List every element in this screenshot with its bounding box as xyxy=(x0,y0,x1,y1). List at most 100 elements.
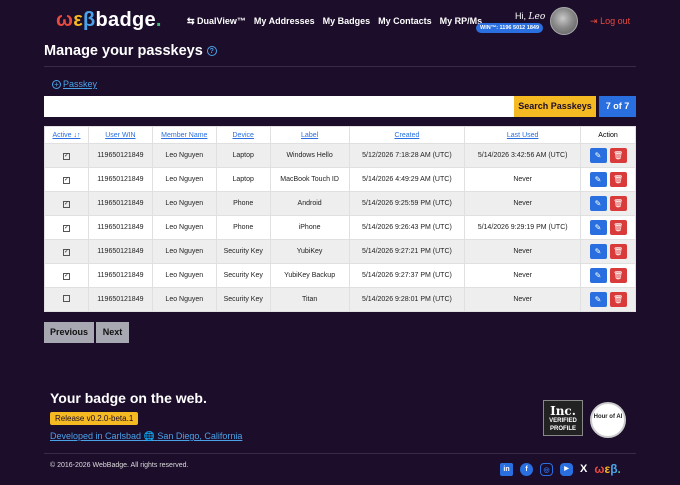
edit-button[interactable]: ✎ xyxy=(589,244,607,259)
col-device[interactable]: Device xyxy=(215,126,271,144)
edit-button[interactable]: ✎ xyxy=(589,268,607,283)
next-button[interactable]: Next xyxy=(96,322,129,343)
cell-name: Leo Nguyen xyxy=(151,215,217,240)
cell-win: 119650121849 xyxy=(87,239,153,264)
instagram-icon[interactable]: ◎ xyxy=(540,462,553,476)
col-action: Action xyxy=(580,126,636,144)
cell-created: 5/14/2026 4:49:29 AM (UTC) xyxy=(348,167,466,192)
cell-win: 119650121849 xyxy=(87,167,153,192)
footer-divider xyxy=(44,453,636,454)
cell-label: Titan xyxy=(269,287,350,312)
delete-button[interactable]: 🗑 xyxy=(609,244,627,259)
cell-label: YubiKey Backup xyxy=(269,263,350,288)
edit-button[interactable]: ✎ xyxy=(589,292,607,307)
cell-created: 5/14/2026 9:25:59 PM (UTC) xyxy=(348,191,466,216)
table-row: 119650121849 Leo Nguyen Security Key Tit… xyxy=(44,287,636,312)
col-created[interactable]: Created xyxy=(348,126,466,144)
col-member-name[interactable]: Member Name xyxy=(151,126,217,144)
cell-win: 119650121849 xyxy=(87,143,153,168)
cell-last-used: Never xyxy=(464,191,582,216)
facebook-icon[interactable]: f xyxy=(520,462,533,476)
cell-name: Leo Nguyen xyxy=(151,287,217,312)
nav-dualview[interactable]: ⇆ DualView™ xyxy=(187,16,246,27)
main-nav: ⇆ DualView™ My Addresses My Badges My Co… xyxy=(187,16,482,27)
delete-button[interactable]: 🗑 xyxy=(609,148,627,163)
cell-label: Windows Hello xyxy=(269,143,350,168)
hour-of-ai-badge[interactable]: Hour of AI xyxy=(590,402,626,438)
copyright: © 2016-2026 WebBadge. All rights reserve… xyxy=(50,462,189,469)
page-title: Manage your passkeys? xyxy=(44,43,217,59)
active-checkbox[interactable]: ✓ xyxy=(62,200,70,208)
cell-device: Security Key xyxy=(215,287,271,312)
cell-name: Leo Nguyen xyxy=(151,167,217,192)
divider xyxy=(44,66,636,67)
active-checkbox[interactable]: ✓ xyxy=(62,176,70,184)
cell-device: Phone xyxy=(215,215,271,240)
search-input[interactable] xyxy=(44,96,514,117)
cell-label: Android xyxy=(269,191,350,216)
delete-button[interactable]: 🗑 xyxy=(609,292,627,307)
table-row: ✓ 119650121849 Leo Nguyen Laptop Windows… xyxy=(44,143,636,168)
cell-name: Leo Nguyen xyxy=(151,143,217,168)
nav-my-badges[interactable]: My Badges xyxy=(323,16,371,27)
cell-last-used: Never xyxy=(464,167,582,192)
logout-link[interactable]: ⇥ Log out xyxy=(590,16,630,27)
cell-last-used: Never xyxy=(464,239,582,264)
col-label[interactable]: Label xyxy=(269,126,350,144)
cell-label: YubiKey xyxy=(269,239,350,264)
cell-created: 5/12/2026 7:18:28 AM (UTC) xyxy=(348,143,466,168)
cell-win: 119650121849 xyxy=(87,191,153,216)
table-header-row: Active ↓↑ User WIN Member Name Device La… xyxy=(44,126,636,144)
cell-created: 5/14/2026 9:26:43 PM (UTC) xyxy=(348,215,466,240)
previous-button[interactable]: Previous xyxy=(44,322,94,343)
cell-win: 119650121849 xyxy=(87,263,153,288)
cell-name: Leo Nguyen xyxy=(151,263,217,288)
x-icon[interactable]: X xyxy=(580,463,587,475)
avatar[interactable] xyxy=(550,7,578,35)
cell-win: 119650121849 xyxy=(87,215,153,240)
cell-win: 119650121849 xyxy=(87,287,153,312)
table-row: ✓ 119650121849 Leo Nguyen Security Key Y… xyxy=(44,239,636,264)
edit-button[interactable]: ✎ xyxy=(589,196,607,211)
delete-button[interactable]: 🗑 xyxy=(609,220,627,235)
developed-in-link[interactable]: Developed in Carlsbad 🌐 San Diego, Calif… xyxy=(50,431,242,442)
edit-button[interactable]: ✎ xyxy=(589,172,607,187)
webbadge-icon[interactable]: ωεβ. xyxy=(594,462,621,476)
table-row: ✓ 119650121849 Leo Nguyen Phone Android … xyxy=(44,191,636,216)
cell-created: 5/14/2026 9:28:01 PM (UTC) xyxy=(348,287,466,312)
youtube-icon[interactable]: ▶ xyxy=(560,462,573,476)
cell-label: iPhone xyxy=(269,215,350,240)
nav-my-addresses[interactable]: My Addresses xyxy=(254,16,315,27)
linkedin-icon[interactable]: in xyxy=(500,462,513,476)
active-checkbox[interactable]: ✓ xyxy=(62,248,70,256)
cell-last-used: Never xyxy=(464,263,582,288)
nav-my-contacts[interactable]: My Contacts xyxy=(378,16,432,27)
col-active[interactable]: Active ↓↑ xyxy=(44,126,89,144)
search-passkeys-button[interactable]: Search Passkeys xyxy=(514,96,596,117)
release-badge: Release v0.2.0-beta.1 xyxy=(50,412,139,425)
delete-button[interactable]: 🗑 xyxy=(609,196,627,211)
edit-button[interactable]: ✎ xyxy=(589,220,607,235)
col-last-used[interactable]: Last Used xyxy=(464,126,582,144)
delete-button[interactable]: 🗑 xyxy=(609,268,627,283)
cell-created: 5/14/2026 9:27:37 PM (UTC) xyxy=(348,263,466,288)
help-icon[interactable]: ? xyxy=(206,46,217,57)
webbadge-logo[interactable]: ωεβbadge. xyxy=(56,9,162,32)
active-checkbox[interactable] xyxy=(62,295,70,302)
add-passkey-link[interactable]: + Passkey xyxy=(52,79,97,89)
greeting: Hi, Leo xyxy=(515,11,546,22)
col-user-win[interactable]: User WIN xyxy=(87,126,153,144)
inc-verified-badge[interactable]: Inc. VERIFIED PROFILE xyxy=(543,400,583,436)
social-links: in f ◎ ▶ X ωεβ. xyxy=(500,462,621,476)
active-checkbox[interactable]: ✓ xyxy=(62,224,70,232)
table-row: ✓ 119650121849 Leo Nguyen Security Key Y… xyxy=(44,263,636,288)
win-badge: WIN™: 1196 5012 1849 xyxy=(476,23,544,33)
cell-device: Laptop xyxy=(215,143,271,168)
delete-button[interactable]: 🗑 xyxy=(609,172,627,187)
cell-device: Phone xyxy=(215,191,271,216)
active-checkbox[interactable]: ✓ xyxy=(62,272,70,280)
cell-label: MacBook Touch ID xyxy=(269,167,350,192)
edit-button[interactable]: ✎ xyxy=(589,148,607,163)
cell-name: Leo Nguyen xyxy=(151,191,217,216)
active-checkbox[interactable]: ✓ xyxy=(62,152,70,160)
